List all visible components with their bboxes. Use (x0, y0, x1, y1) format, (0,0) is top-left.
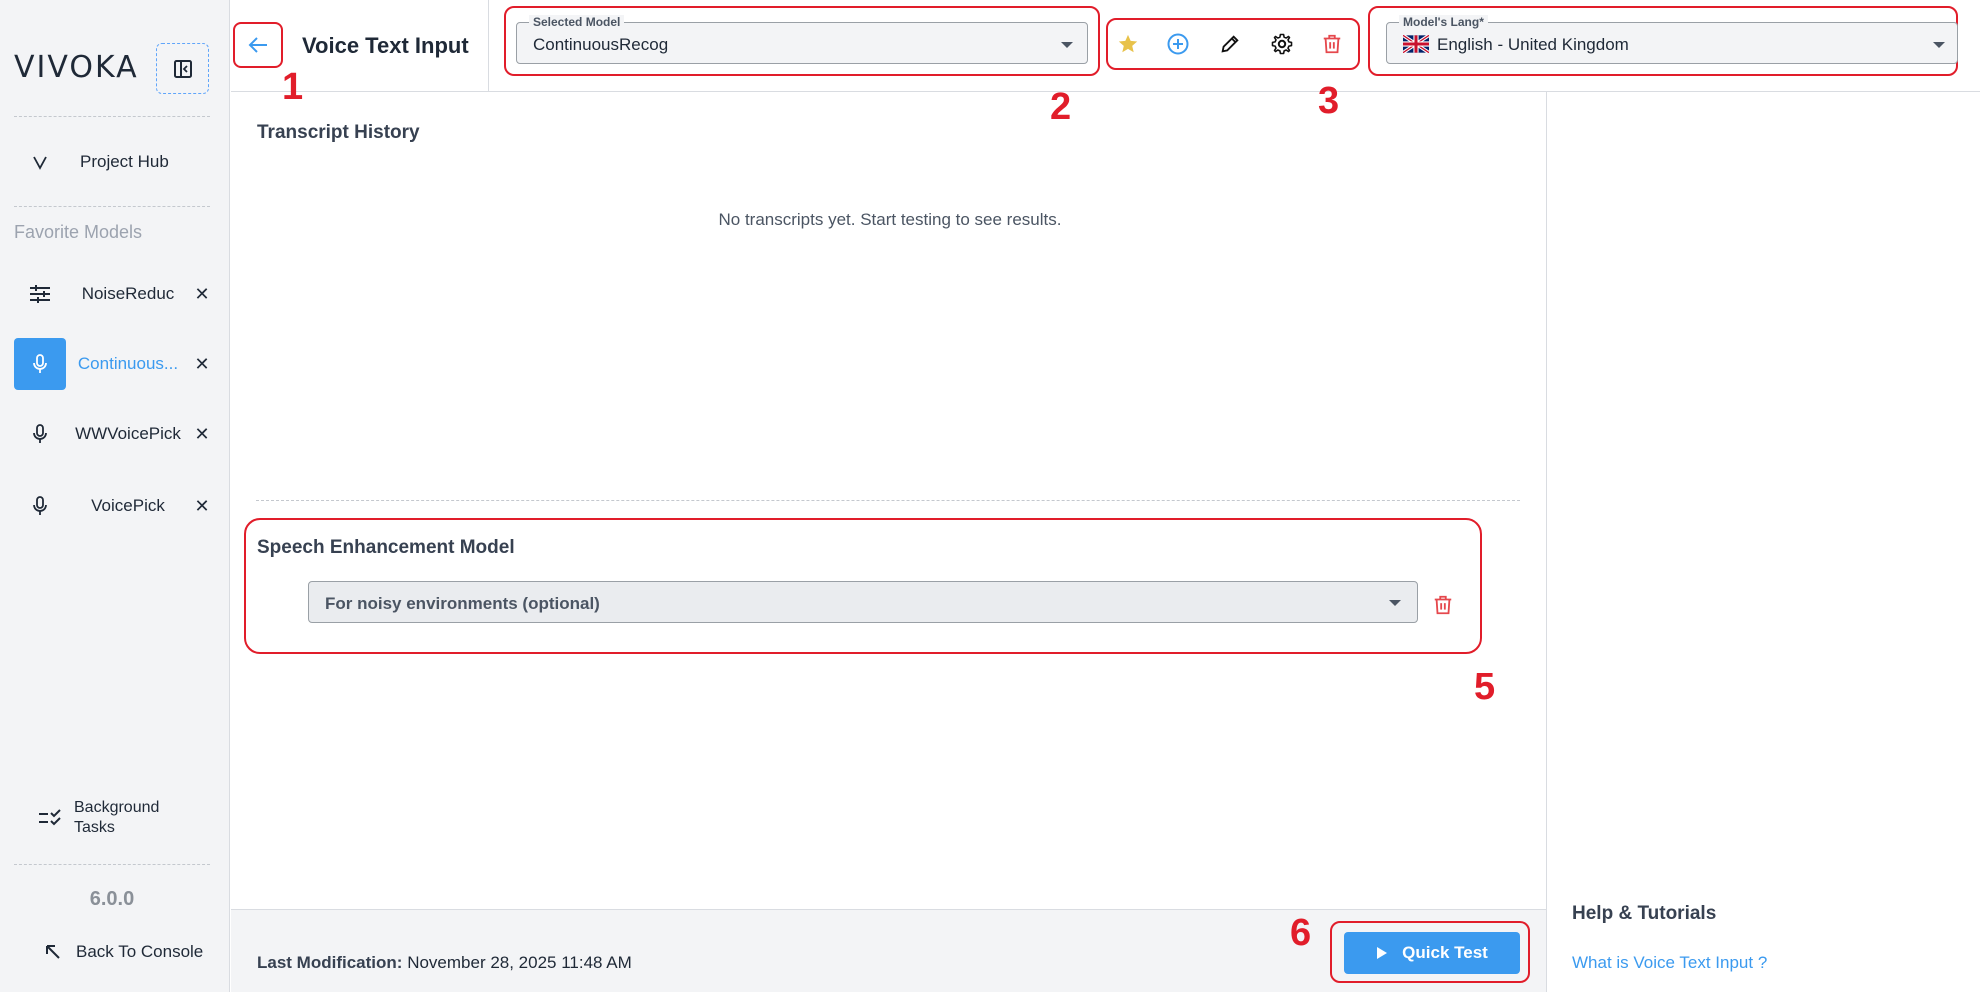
selected-model-select[interactable]: Selected Model ContinuousRecog (516, 15, 1088, 64)
remove-favorite-icon[interactable]: ✕ (190, 424, 214, 445)
model-language-legend: Model's Lang* (1399, 15, 1488, 29)
chevron-down-icon (1933, 42, 1945, 48)
gear-icon (1271, 33, 1293, 55)
trash-icon (1434, 595, 1452, 615)
speech-enhancement-placeholder: For noisy environments (optional) (325, 594, 600, 613)
annotation-number: 5 (1474, 666, 1496, 708)
annotation-number: 6 (1290, 912, 1312, 954)
divider (14, 864, 210, 865)
divider (14, 206, 210, 207)
background-tasks-button[interactable]: Background Tasks (38, 798, 174, 838)
last-modification-label: Last Modification: (257, 953, 403, 972)
remove-favorite-icon[interactable]: ✕ (190, 354, 214, 375)
add-model-button[interactable] (1162, 28, 1194, 60)
back-to-console-label: Back To Console (76, 942, 204, 961)
remove-favorite-icon[interactable]: ✕ (190, 284, 214, 305)
speech-enhancement-select[interactable]: For noisy environments (optional) (308, 581, 1418, 623)
favorite-star-button[interactable] (1112, 28, 1144, 60)
quick-test-label: Quick Test (1402, 943, 1488, 962)
favorite-item-wwvoicepick[interactable]: WWVoicePick ✕ (14, 408, 214, 460)
remove-favorite-icon[interactable]: ✕ (190, 496, 214, 517)
divider (488, 0, 489, 92)
transcript-history-title: Transcript History (257, 122, 420, 143)
arrow-up-left-icon (46, 945, 60, 959)
favorite-item-label: Continuous... (77, 354, 179, 373)
annotation-number: 1 (282, 66, 304, 108)
arrow-left-icon (248, 37, 267, 53)
chevron-down-icon (1061, 42, 1073, 48)
collapse-sidebar-button[interactable] (156, 43, 209, 94)
vivoka-logo: VIVOKA (14, 50, 139, 85)
add-circle-icon (1167, 33, 1189, 55)
selected-model-value: ContinuousRecog (533, 35, 669, 54)
model-language-select[interactable]: Model's Lang* English - United Kingdom (1386, 15, 1958, 64)
delete-model-button[interactable] (1316, 28, 1348, 60)
favorite-item-label: VoicePick (91, 496, 165, 515)
model-settings-button[interactable] (1266, 28, 1298, 60)
help-tutorial-link[interactable]: What is Voice Text Input ? (1572, 953, 1767, 973)
play-icon (1377, 947, 1388, 959)
favorite-item-voicepick[interactable]: VoicePick ✕ (14, 480, 214, 532)
microphone-icon (14, 408, 66, 460)
pencil-icon (1221, 35, 1239, 53)
divider (14, 116, 210, 117)
divider (256, 500, 1520, 501)
selected-model-legend: Selected Model (529, 15, 625, 29)
back-button[interactable] (233, 22, 283, 68)
favorite-item-label: NoiseReduc (81, 284, 175, 303)
favorite-item-label: WWVoicePick (75, 424, 181, 443)
background-tasks-label: Background Tasks (74, 799, 160, 836)
model-language-value: English - United Kingdom (1437, 35, 1629, 54)
quick-test-button[interactable]: Quick Test (1344, 932, 1520, 974)
transcript-empty-message: No transcripts yet. Start testing to see… (718, 210, 1062, 229)
sidebar: VIVOKA Project Hub Favorite Models Noise (0, 0, 230, 992)
uk-flag-icon (1403, 35, 1429, 53)
back-to-console-link[interactable]: Back To Console (44, 942, 203, 962)
sidebar-item-project-hub[interactable]: Project Hub (14, 136, 214, 188)
last-modification: Last Modification: November 28, 2025 11:… (257, 953, 632, 973)
edit-model-button[interactable] (1214, 28, 1246, 60)
speech-enhancement-title: Speech Enhancement Model (257, 537, 515, 558)
help-panel (1546, 92, 1980, 992)
remove-speech-model-button[interactable] (1428, 590, 1458, 620)
vivoka-v-icon (14, 136, 66, 188)
help-title: Help & Tutorials (1572, 903, 1717, 924)
chevron-down-icon (1389, 600, 1401, 606)
page-title: Voice Text Input (302, 33, 469, 58)
annotation-number: 3 (1318, 80, 1340, 122)
favorite-item-noisereduc[interactable]: NoiseReduc ✕ (14, 268, 214, 320)
sliders-icon (14, 268, 66, 320)
annotation-number: 2 (1050, 86, 1072, 128)
microphone-icon (14, 480, 66, 532)
microphone-icon (14, 338, 66, 390)
star-icon (1118, 34, 1138, 53)
favorites-heading: Favorite Models (14, 222, 143, 242)
last-modification-value: November 28, 2025 11:48 AM (407, 953, 632, 972)
task-list-icon (39, 809, 61, 826)
sidebar-item-label: Project Hub (80, 152, 169, 171)
sidebar-toggle-icon (173, 59, 192, 78)
app-version: 6.0.0 (89, 888, 135, 910)
trash-icon (1323, 34, 1341, 54)
favorite-item-continuousrecog[interactable]: Continuous... ✕ (14, 338, 214, 390)
